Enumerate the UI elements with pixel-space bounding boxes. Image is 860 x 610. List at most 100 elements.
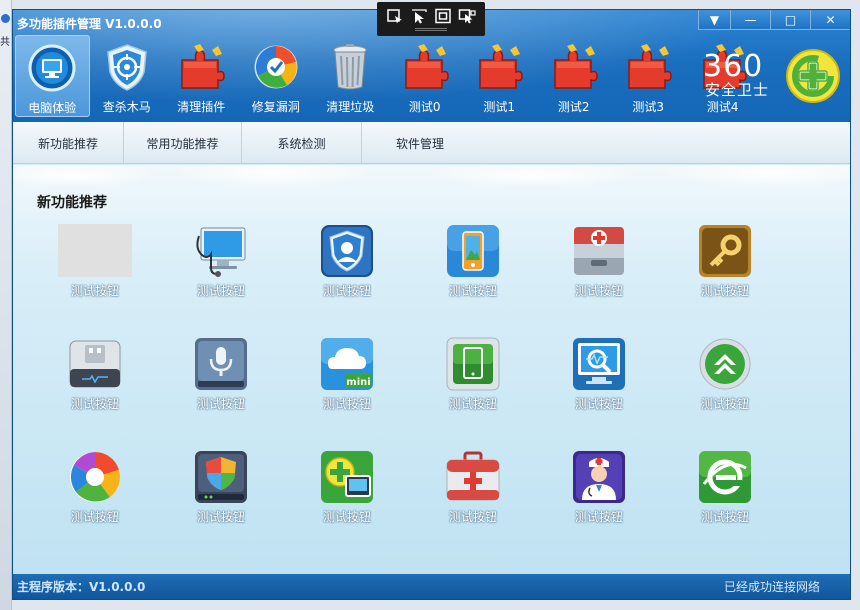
stethoscope-monitor-icon (183, 223, 259, 278)
360-logo-icon (785, 48, 841, 104)
scroll-capture-icon (458, 9, 476, 24)
toolbar-item-pc-checkup[interactable]: 电脑体验 (15, 35, 90, 117)
toolbar-item-test1[interactable]: 测试1 (462, 35, 537, 117)
brand-name: 安全卫士 (705, 81, 770, 99)
feature-button[interactable]: 测试按钮 (55, 336, 135, 449)
feature-button[interactable]: mini 测试按钮 (307, 336, 387, 449)
toolbar-label: 查杀木马 (102, 100, 151, 114)
medical-kit-icon (435, 449, 511, 504)
tab-bar: 新功能推荐 常用功能推荐 系统检测 软件管理 (13, 122, 850, 164)
toolbar-item-test0[interactable]: 测试0 (388, 35, 463, 117)
router-shield-icon (183, 449, 259, 504)
feature-button[interactable]: 测试按钮 (433, 223, 513, 336)
feature-button[interactable]: 测试按钮 (685, 449, 765, 562)
feature-button-label: 测试按钮 (70, 397, 119, 411)
toolbar-item-clean-plugins[interactable]: 清理插件 (164, 35, 239, 117)
main-window: 多功能插件管理 V1.0.0.0 ▼ — □ ✕ 电脑体验 查杀木马 清理插件 … (12, 9, 851, 600)
window-title: 多功能插件管理 V1.0.0.0 (17, 17, 162, 31)
screen-plus-icon (309, 449, 385, 504)
content-panel: 新功能推荐 测试按钮 测试按钮 测试按钮 测试按钮 测试按钮 测试按钮 测试按钮… (13, 165, 850, 576)
puzzle-icon (176, 42, 226, 92)
feature-button-label: 测试按钮 (574, 284, 623, 298)
toolbar-item-test2[interactable]: 测试2 (537, 35, 612, 117)
feature-button-label: 测试按钮 (70, 284, 119, 298)
feature-button[interactable]: 测试按钮 (685, 223, 765, 336)
capture-region-button[interactable] (433, 7, 453, 25)
puzzle-icon (549, 42, 599, 92)
feature-button[interactable]: 测试按钮 (559, 223, 639, 336)
puzzle-icon (474, 42, 524, 92)
toolbar-label: 测试3 (632, 100, 665, 114)
toolbar-label: 测试1 (483, 100, 516, 114)
capture-toolbar-grip[interactable] (415, 28, 447, 31)
toolbar-item-clean-junk[interactable]: 清理垃圾 (313, 35, 388, 117)
feature-button[interactable]: 测试按钮 (559, 336, 639, 449)
feature-button-label: 测试按钮 (574, 397, 623, 411)
feature-button[interactable]: 测试按钮 (181, 449, 261, 562)
feature-button-label: 测试按钮 (448, 284, 497, 298)
toolbar-label: 测试0 (408, 100, 441, 114)
close-button[interactable]: ✕ (810, 10, 850, 30)
toolbar-item-trojan-scan[interactable]: 查杀木马 (90, 35, 165, 117)
feature-button[interactable]: 测试按钮 (433, 336, 513, 449)
feature-button-grid: 测试按钮 测试按钮 测试按钮 测试按钮 测试按钮 测试按钮 测试按钮 测试按钮 … (55, 223, 811, 562)
tab-software-management[interactable]: 软件管理 (362, 122, 478, 164)
section-title: 新功能推荐 (37, 195, 107, 211)
feature-button[interactable]: 测试按钮 (55, 223, 135, 336)
blank-icon (58, 224, 132, 277)
feature-button[interactable]: 测试按钮 (433, 449, 513, 562)
repair-icon (251, 42, 301, 92)
svg-text:mini: mini (346, 377, 370, 388)
region-frame-icon (435, 8, 451, 24)
network-status-text: 已经成功连接网络 (723, 580, 820, 594)
feature-button[interactable]: 测试按钮 (559, 449, 639, 562)
tab-system-check[interactable]: 系统检测 (242, 122, 362, 164)
brand-wordmark: 360 安全卫士 (703, 49, 770, 99)
upgrade-arrow-icon (687, 336, 763, 391)
toolbar-label: 修复漏洞 (251, 100, 300, 114)
feature-button-label: 测试按钮 (196, 510, 245, 524)
puzzle-icon (400, 42, 450, 92)
tab-common-features[interactable]: 常用功能推荐 (124, 122, 242, 164)
toolbar-label: 清理垃圾 (326, 100, 375, 114)
toolbar-item-fix-vulnerabilities[interactable]: 修复漏洞 (239, 35, 314, 117)
capture-scroll-button[interactable] (457, 7, 477, 25)
window-controls: ▼ — □ ✕ (698, 10, 850, 30)
minimize-button[interactable]: — (730, 10, 770, 30)
capture-window-button[interactable] (385, 7, 405, 25)
toolbar-item-test3[interactable]: 测试3 (611, 35, 686, 117)
feature-button-label: 测试按钮 (574, 510, 623, 524)
usb-drive-icon (57, 336, 133, 391)
first-aid-box-icon (561, 223, 637, 278)
tab-new-features[interactable]: 新功能推荐 (13, 122, 124, 164)
feature-button[interactable]: 测试按钮 (307, 223, 387, 336)
feature-button-label: 测试按钮 (700, 284, 749, 298)
trash-icon (325, 42, 375, 92)
maximize-button[interactable]: □ (770, 10, 810, 30)
main-toolbar: 电脑体验 查杀木马 清理插件 修复漏洞 清理垃圾 测试0 测试1 测试2 测试3… (15, 35, 760, 120)
cloud-decoration (13, 165, 850, 205)
feature-button-label: 测试按钮 (70, 510, 119, 524)
monitor-magnifier-icon (561, 336, 637, 391)
feature-button-label: 测试按钮 (322, 284, 371, 298)
colorful-pinwheel-icon (57, 449, 133, 504)
status-bar: 主程序版本：V1.0.0.0 已经成功连接网络 (13, 574, 850, 599)
tablet-icon (435, 336, 511, 391)
toolbar-label: 清理插件 (177, 100, 226, 114)
brand-number: 360 (703, 49, 764, 84)
feature-button-label: 测试按钮 (448, 397, 497, 411)
feature-button[interactable]: 测试按钮 (181, 336, 261, 449)
green-e-browser-icon (687, 449, 763, 504)
menu-dropdown-button[interactable]: ▼ (698, 10, 730, 30)
feature-button-label: 测试按钮 (700, 397, 749, 411)
window-select-icon (387, 9, 402, 24)
user-shield-icon (309, 223, 385, 278)
feature-button[interactable]: 测试按钮 (55, 449, 135, 562)
phone-screen-icon (435, 223, 511, 278)
feature-button-label: 测试按钮 (196, 284, 245, 298)
feature-button[interactable]: 测试按钮 (181, 223, 261, 336)
feature-button[interactable]: 测试按钮 (307, 449, 387, 562)
feature-button[interactable]: 测试按钮 (685, 336, 765, 449)
capture-pointer-button[interactable] (409, 7, 429, 25)
capture-toolbar (377, 2, 485, 36)
